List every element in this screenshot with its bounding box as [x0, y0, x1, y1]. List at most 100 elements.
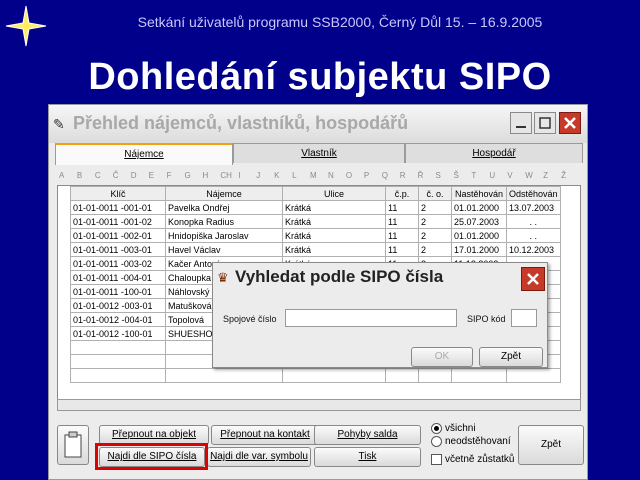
- column-header[interactable]: Nájemce: [165, 186, 283, 201]
- back-button[interactable]: Zpět: [518, 425, 584, 465]
- table-cell: 2: [418, 200, 452, 215]
- switch-to-contact-button[interactable]: Přepnout na kontakt: [211, 425, 319, 445]
- dialog-back-button[interactable]: Zpět: [479, 347, 543, 367]
- sipo-kod-input[interactable]: [511, 309, 537, 327]
- tab-hospodar[interactable]: Hospodář: [405, 143, 583, 163]
- checkbox-box: [431, 454, 442, 465]
- letter-filter-item[interactable]: J: [256, 171, 260, 180]
- sipo-search-dialog: ♛ Vyhledat podle SIPO čísla Spojové čísl…: [212, 262, 548, 368]
- horizontal-scrollbar[interactable]: [57, 399, 581, 411]
- dialog-title: Vyhledat podle SIPO čísla: [235, 267, 444, 286]
- balance-movements-button[interactable]: Pohyby salda: [314, 425, 421, 445]
- table-cell: 01-01-0011 -100-01: [70, 284, 166, 299]
- close-button[interactable]: [559, 112, 581, 134]
- window-titlebar: ✎ Přehled nájemců, vlastníků, hospodářů: [49, 105, 587, 143]
- table-cell: 01-01-0012 -100-01: [70, 326, 166, 341]
- letter-filter-item[interactable]: Š: [453, 171, 458, 180]
- star-logo-icon: [5, 5, 47, 47]
- letter-filter-item[interactable]: O: [346, 171, 352, 180]
- window-title: Přehled nájemců, vlastníků, hospodářů: [73, 113, 409, 133]
- letter-filter-item[interactable]: T: [471, 171, 476, 180]
- table-cell: [385, 368, 419, 383]
- table-cell: [451, 368, 507, 383]
- print-button[interactable]: Tisk: [314, 447, 421, 467]
- letter-filter-item[interactable]: H: [202, 171, 208, 180]
- letter-filter-item[interactable]: Ř: [418, 171, 424, 180]
- radio-dot: [431, 423, 442, 434]
- table-cell: 11: [385, 200, 419, 215]
- dialog-icon: ♛: [217, 270, 229, 285]
- table-cell: 01-01-0012 -003-01: [70, 298, 166, 313]
- include-balances-checkbox[interactable]: včetně zůstatků: [431, 454, 514, 465]
- clipboard-icon: [64, 431, 82, 458]
- table-row[interactable]: 01-01-0011 -001-02 Konopka Radius Krátká 11…: [70, 214, 561, 229]
- table-row[interactable]: 01-01-0011 -002-01 Hnidopiška Jaroslav Krá…: [70, 228, 561, 243]
- column-header[interactable]: Odstěhován: [506, 186, 561, 201]
- letter-filter-item[interactable]: C: [95, 171, 101, 180]
- table-cell: 13.07.2003: [506, 200, 561, 215]
- table-cell: . .: [506, 228, 561, 243]
- table-row[interactable]: 01-01-0011 -003-01 Havel Václav Krátká 11 2 1…: [70, 242, 561, 257]
- letter-filter-item[interactable]: Q: [382, 171, 388, 180]
- table-cell: 01-01-0011 -001-01: [70, 200, 166, 215]
- letter-filter-item[interactable]: A: [59, 171, 64, 180]
- letter-filter-item[interactable]: Z: [543, 171, 548, 180]
- radio-all[interactable]: všichni: [431, 423, 476, 434]
- tab-bar: Nájemce Vlastník Hospodář: [55, 143, 583, 165]
- column-header[interactable]: Klíč: [70, 186, 166, 201]
- table-row[interactable]: 01-01-0011 -001-01 Pavelka Ondřej Krátká 11…: [70, 200, 561, 215]
- letter-filter-item[interactable]: N: [328, 171, 334, 180]
- letter-filter-item[interactable]: Č: [113, 171, 119, 180]
- empty-row: [70, 368, 561, 383]
- switch-to-object-button[interactable]: Přepnout na objekt: [99, 425, 209, 445]
- table-cell: Krátká: [282, 200, 386, 215]
- letter-filter-item[interactable]: U: [489, 171, 495, 180]
- letter-filter-item[interactable]: V: [507, 171, 512, 180]
- table-cell: 10.12.2003: [506, 242, 561, 257]
- letter-filter-item[interactable]: R: [400, 171, 406, 180]
- letter-filter-item[interactable]: B: [77, 171, 82, 180]
- column-header[interactable]: č. o.: [418, 186, 452, 201]
- tab-vlastnik[interactable]: Vlastník: [233, 143, 405, 163]
- clipboard-button[interactable]: [57, 425, 89, 465]
- letter-filter-item[interactable]: P: [364, 171, 369, 180]
- letter-filter-item[interactable]: G: [185, 171, 191, 180]
- app-icon: ✎: [53, 116, 65, 132]
- table-cell: Krátká: [282, 228, 386, 243]
- minimize-button[interactable]: [510, 112, 532, 134]
- letter-filter-item[interactable]: S: [436, 171, 441, 180]
- letter-filter-item[interactable]: D: [131, 171, 137, 180]
- letter-filter-item[interactable]: L: [292, 171, 296, 180]
- letter-filter-item[interactable]: W: [525, 171, 533, 180]
- maximize-button[interactable]: [534, 112, 556, 134]
- table-cell: 11: [385, 214, 419, 229]
- column-header[interactable]: č.p.: [385, 186, 419, 201]
- table-cell: [165, 368, 283, 383]
- dialog-ok-button[interactable]: OK: [411, 347, 473, 367]
- table-cell: Havel Václav: [165, 242, 283, 257]
- letter-filter-item[interactable]: M: [310, 171, 317, 180]
- column-header[interactable]: Nastěhován: [451, 186, 507, 201]
- letter-filter-item[interactable]: K: [274, 171, 279, 180]
- letter-filter-item[interactable]: Ž: [561, 171, 566, 180]
- table-cell: 2: [418, 228, 452, 243]
- table-cell: 11: [385, 242, 419, 257]
- table-cell: [70, 354, 166, 369]
- table-cell: Krátká: [282, 214, 386, 229]
- spojove-cislo-input[interactable]: [285, 309, 457, 327]
- table-cell: [70, 340, 166, 355]
- alphabet-filter: A B C Č D E F G H CH I J K L M N O P Q R Ř S Š T U V W Z Ž: [57, 169, 581, 185]
- dialog-close-button[interactable]: [521, 267, 545, 291]
- tab-najemce[interactable]: Nájemce: [55, 143, 233, 165]
- column-header[interactable]: Ulice: [282, 186, 386, 201]
- table-cell: 11: [385, 228, 419, 243]
- table-cell: Krátká: [282, 242, 386, 257]
- letter-filter-item[interactable]: I: [238, 171, 240, 180]
- radio-not-moved-out[interactable]: neodstěhovaní: [431, 436, 511, 447]
- letter-filter-item[interactable]: F: [167, 171, 172, 180]
- find-by-var-symbol-button[interactable]: Najdi dle var. symbolu: [207, 447, 311, 467]
- table-cell: 01.01.2000: [451, 228, 507, 243]
- letter-filter-item[interactable]: CH: [220, 171, 232, 180]
- table-cell: 01-01-0011 -003-01: [70, 242, 166, 257]
- letter-filter-item[interactable]: E: [149, 171, 154, 180]
